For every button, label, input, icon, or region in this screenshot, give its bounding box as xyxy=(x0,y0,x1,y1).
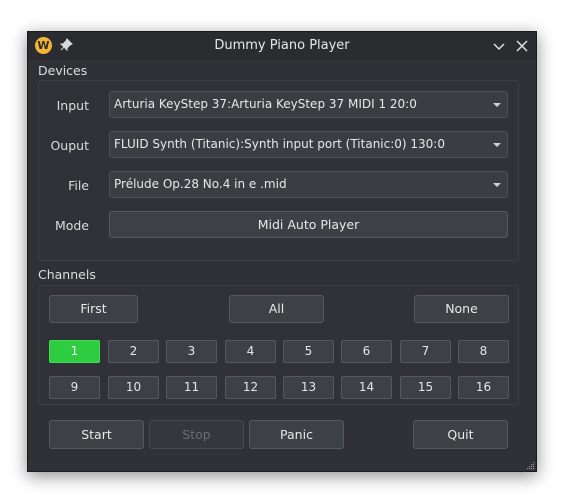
channel-button-2[interactable]: 2 xyxy=(108,340,159,363)
output-label: Ouput xyxy=(50,138,89,153)
channels-all-button[interactable]: All xyxy=(229,295,324,323)
close-button[interactable] xyxy=(513,37,531,55)
quit-button[interactable]: Quit xyxy=(413,420,508,449)
channel-button-16[interactable]: 16 xyxy=(458,376,509,399)
file-select[interactable]: Prélude Op.28 No.4 in e .mid xyxy=(109,171,508,198)
start-button[interactable]: Start xyxy=(49,420,144,449)
channels-first-button[interactable]: First xyxy=(49,295,138,323)
chevron-down-icon xyxy=(493,43,505,51)
title-bar[interactable]: W Dummy Piano Player xyxy=(28,32,536,60)
channel-button-13[interactable]: 13 xyxy=(283,376,334,399)
channel-button-5[interactable]: 5 xyxy=(283,340,334,363)
collapse-button[interactable] xyxy=(490,37,508,55)
resize-grip-icon[interactable] xyxy=(525,460,535,470)
dropdown-arrow-icon xyxy=(493,183,501,187)
channel-button-9[interactable]: 9 xyxy=(49,376,100,399)
mode-button[interactable]: Midi Auto Player xyxy=(109,211,508,238)
channels-group-label: Channels xyxy=(38,267,96,282)
channel-button-4[interactable]: 4 xyxy=(225,340,276,363)
channel-button-1[interactable]: 1 xyxy=(49,340,100,363)
file-label: File xyxy=(68,178,89,193)
channel-button-6[interactable]: 6 xyxy=(341,340,392,363)
window-title: Dummy Piano Player xyxy=(214,38,350,53)
input-select[interactable]: Arturia KeyStep 37:Arturia KeyStep 37 MI… xyxy=(109,91,508,118)
channel-button-14[interactable]: 14 xyxy=(341,376,392,399)
channel-button-8[interactable]: 8 xyxy=(458,340,509,363)
output-value: FLUID Synth (Titanic):Synth input port (… xyxy=(114,137,445,151)
file-value: Prélude Op.28 No.4 in e .mid xyxy=(114,177,287,191)
channel-button-3[interactable]: 3 xyxy=(166,340,217,363)
dropdown-arrow-icon xyxy=(493,143,501,147)
close-icon xyxy=(516,40,528,52)
channel-button-12[interactable]: 12 xyxy=(225,376,276,399)
channels-none-button[interactable]: None xyxy=(414,295,509,323)
channel-button-10[interactable]: 10 xyxy=(108,376,159,399)
dropdown-arrow-icon xyxy=(493,103,501,107)
devices-group-label: Devices xyxy=(38,63,88,78)
channel-button-7[interactable]: 7 xyxy=(400,340,451,363)
panic-button[interactable]: Panic xyxy=(249,420,344,449)
output-select[interactable]: FLUID Synth (Titanic):Synth input port (… xyxy=(109,131,508,158)
input-label: Input xyxy=(56,98,89,113)
main-window: W Dummy Piano Player Devices Input Artur… xyxy=(27,31,537,472)
channel-button-11[interactable]: 11 xyxy=(166,376,217,399)
channel-button-15[interactable]: 15 xyxy=(400,376,451,399)
stop-button[interactable]: Stop xyxy=(149,420,244,449)
mode-label: Mode xyxy=(54,218,89,233)
input-value: Arturia KeyStep 37:Arturia KeyStep 37 MI… xyxy=(114,97,417,111)
